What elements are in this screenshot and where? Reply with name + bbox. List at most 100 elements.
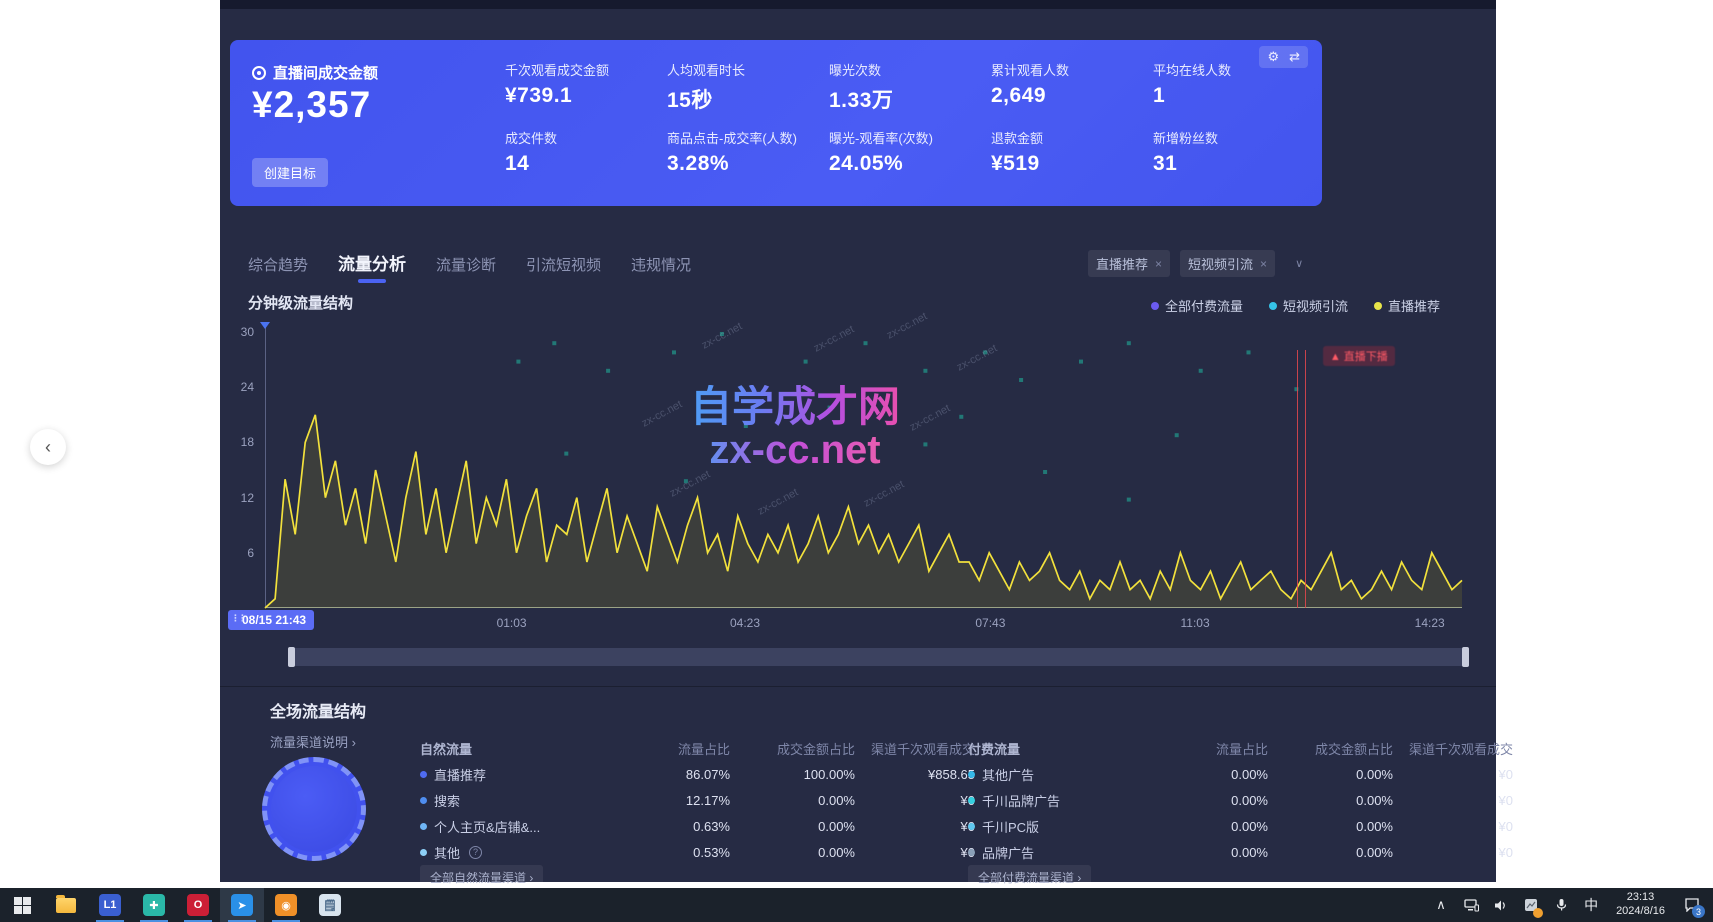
table-cell-per_thousand: ¥0 [1393, 845, 1513, 860]
legend-短视频引流[interactable]: 短视频引流 [1269, 296, 1348, 315]
table-cell-traffic: 0.00% [1163, 793, 1268, 808]
tab-违规情况[interactable]: 违规情况 [631, 254, 691, 283]
legend-label: 全部付费流量 [1165, 296, 1243, 315]
legend-label: 短视频引流 [1283, 296, 1348, 315]
y-tick-label: 12 [241, 491, 254, 505]
table-header-cell: 流量占比 [1163, 739, 1268, 758]
channel-dot-icon [968, 823, 975, 830]
chart-start-time-badge[interactable]: 08/15 21:43 [228, 610, 314, 630]
notepad-glyph: 🗒 [319, 894, 341, 916]
metric-value: 1.33万 [829, 84, 981, 114]
filter-tag[interactable]: 直播推荐× [1088, 250, 1170, 277]
metric-value: 3.28% [667, 152, 819, 176]
table-row[interactable]: 品牌广告0.00%0.00%¥0 [968, 839, 1513, 865]
taskbar-apps: L1✚ O ➤ ◉ 🗒 [0, 888, 352, 922]
table-cell-traffic: 0.00% [1163, 819, 1268, 834]
metric-label: 新增粉丝数 [1153, 128, 1305, 147]
create-goal-button[interactable]: 创建目标 [252, 158, 328, 187]
short-video-scatter-point [1199, 369, 1203, 373]
app-red-o-glyph: O [187, 894, 209, 916]
legend-直播推荐[interactable]: 直播推荐 [1374, 296, 1440, 315]
section-divider [220, 686, 1496, 687]
table-cell-gmv: 0.00% [1268, 845, 1393, 860]
table-header-cell: 付费流量 [968, 739, 1163, 758]
y-tick-label: 24 [241, 380, 254, 394]
range-handle-left[interactable] [288, 647, 295, 667]
tab-流量诊断[interactable]: 流量诊断 [436, 254, 496, 283]
channel-name: 品牌广告 [982, 843, 1034, 862]
metric-label: 曝光次数 [829, 60, 981, 79]
app-pointer-glyph: ➤ [231, 894, 253, 916]
network-icon[interactable] [1458, 888, 1484, 922]
all-paid-channels-link[interactable]: 全部付费流量渠道 › [968, 865, 1091, 890]
info-icon[interactable]: ? [469, 846, 482, 859]
taskbar-file-explorer-icon[interactable] [44, 888, 88, 922]
hero-metric: 成交件数14 [505, 128, 657, 190]
table-cell-per_thousand: ¥0 [855, 819, 975, 834]
stream-end-badge: ▲ 直播下播 [1323, 346, 1395, 366]
taskbar-app-l1-icon[interactable]: L1 [88, 888, 132, 922]
x-tick-label: 14:23 [1415, 616, 1445, 630]
taskbar-app-pointer-icon[interactable]: ➤ [220, 888, 264, 922]
channel-dot-icon [968, 771, 975, 778]
taskbar-start-icon[interactable] [0, 888, 44, 922]
y-tick-label: 30 [241, 325, 254, 339]
legend-全部付费流量[interactable]: 全部付费流量 [1151, 296, 1243, 315]
table-cell-gmv: 100.00% [730, 767, 855, 782]
tray-expand-icon[interactable]: ∧ [1428, 888, 1454, 922]
ime-indicator[interactable]: 中 [1578, 888, 1604, 922]
microphone-icon[interactable] [1548, 888, 1574, 922]
hero-metric: 曝光次数 1.33万 [829, 60, 981, 128]
table-header-row: 自然流量流量占比成交金额占比渠道千次观看成交 [420, 735, 975, 761]
clock-date: 2024/8/16 [1616, 905, 1665, 919]
range-handle-right[interactable] [1462, 647, 1469, 667]
chart-title: 分钟级流量结构 [248, 292, 353, 313]
metric-label: 成交件数 [505, 128, 657, 147]
notification-center-icon[interactable]: 3 [1677, 888, 1707, 922]
tab-流量分析[interactable]: 流量分析 [338, 250, 406, 283]
filter-dropdown-icon[interactable]: ∨ [1285, 253, 1313, 274]
legend-dot-icon [1151, 302, 1159, 310]
tab-综合趋势[interactable]: 综合趋势 [248, 254, 308, 283]
channel-dot-icon [420, 771, 427, 778]
clock-time: 23:13 [1616, 891, 1665, 905]
table-row[interactable]: 其他广告0.00%0.00%¥0 [968, 761, 1513, 787]
tray-badge [1533, 908, 1543, 918]
chart-range-scrollbar[interactable] [290, 648, 1467, 666]
hero-metric: 退款金额¥519 [991, 128, 1143, 190]
all-natural-channels-link[interactable]: 全部自然流量渠道 › [420, 865, 543, 890]
short-video-scatter-point [672, 350, 676, 354]
remove-tag-icon[interactable]: × [1260, 257, 1267, 271]
table-row[interactable]: 千川品牌广告0.00%0.00%¥0 [968, 787, 1513, 813]
filter-tag[interactable]: 短视频引流× [1180, 250, 1275, 277]
taskbar-app-red-o-icon[interactable]: O [176, 888, 220, 922]
channel-dot-icon [968, 849, 975, 856]
channel-name: 其他 [434, 843, 460, 862]
metric-value: ¥739.1 [505, 84, 657, 108]
table-row[interactable]: 千川PC版0.00%0.00%¥0 [968, 813, 1513, 839]
table-row[interactable]: 个人主页&店铺&...0.63%0.00%¥0 [420, 813, 975, 839]
table-row[interactable]: 直播推荐86.07%100.00%¥858.65 [420, 761, 975, 787]
table-header-cell: 成交金额占比 [730, 739, 855, 758]
short-video-scatter-point [1127, 341, 1131, 345]
hero-metric: 人均观看时长15秒 [667, 60, 819, 128]
channel-explain-link[interactable]: 流量渠道说明 › [270, 732, 356, 751]
tab-引流短视频[interactable]: 引流短视频 [526, 254, 601, 283]
chart-canvas [265, 332, 1462, 608]
metric-label: 人均观看时长 [667, 60, 819, 79]
taskbar-notepad-icon[interactable]: 🗒 [308, 888, 352, 922]
hero-metric: 新增粉丝数31 [1153, 128, 1305, 190]
table-cell-per_thousand: ¥0 [1393, 793, 1513, 808]
taskbar-clock[interactable]: 23:13 2024/8/16 [1608, 891, 1673, 919]
remove-tag-icon[interactable]: × [1155, 257, 1162, 271]
metric-label: 商品点击-成交率(人数) [667, 128, 819, 147]
taskbar-app-teal-icon[interactable]: ✚ [132, 888, 176, 922]
minute-traffic-chart[interactable]: 30241812601:0304:2307:4311:0314:23▲ 直播下播… [265, 332, 1462, 608]
table-row[interactable]: 搜索12.17%0.00%¥0 [420, 787, 975, 813]
taskbar-app-orange-icon[interactable]: ◉ [264, 888, 308, 922]
app-tray-icon[interactable] [1518, 888, 1544, 922]
channel-label: 直播推荐 [420, 765, 625, 784]
table-row[interactable]: 其他?0.53%0.00%¥0 [420, 839, 975, 865]
volume-icon[interactable] [1488, 888, 1514, 922]
back-button[interactable]: ‹ [30, 429, 66, 465]
